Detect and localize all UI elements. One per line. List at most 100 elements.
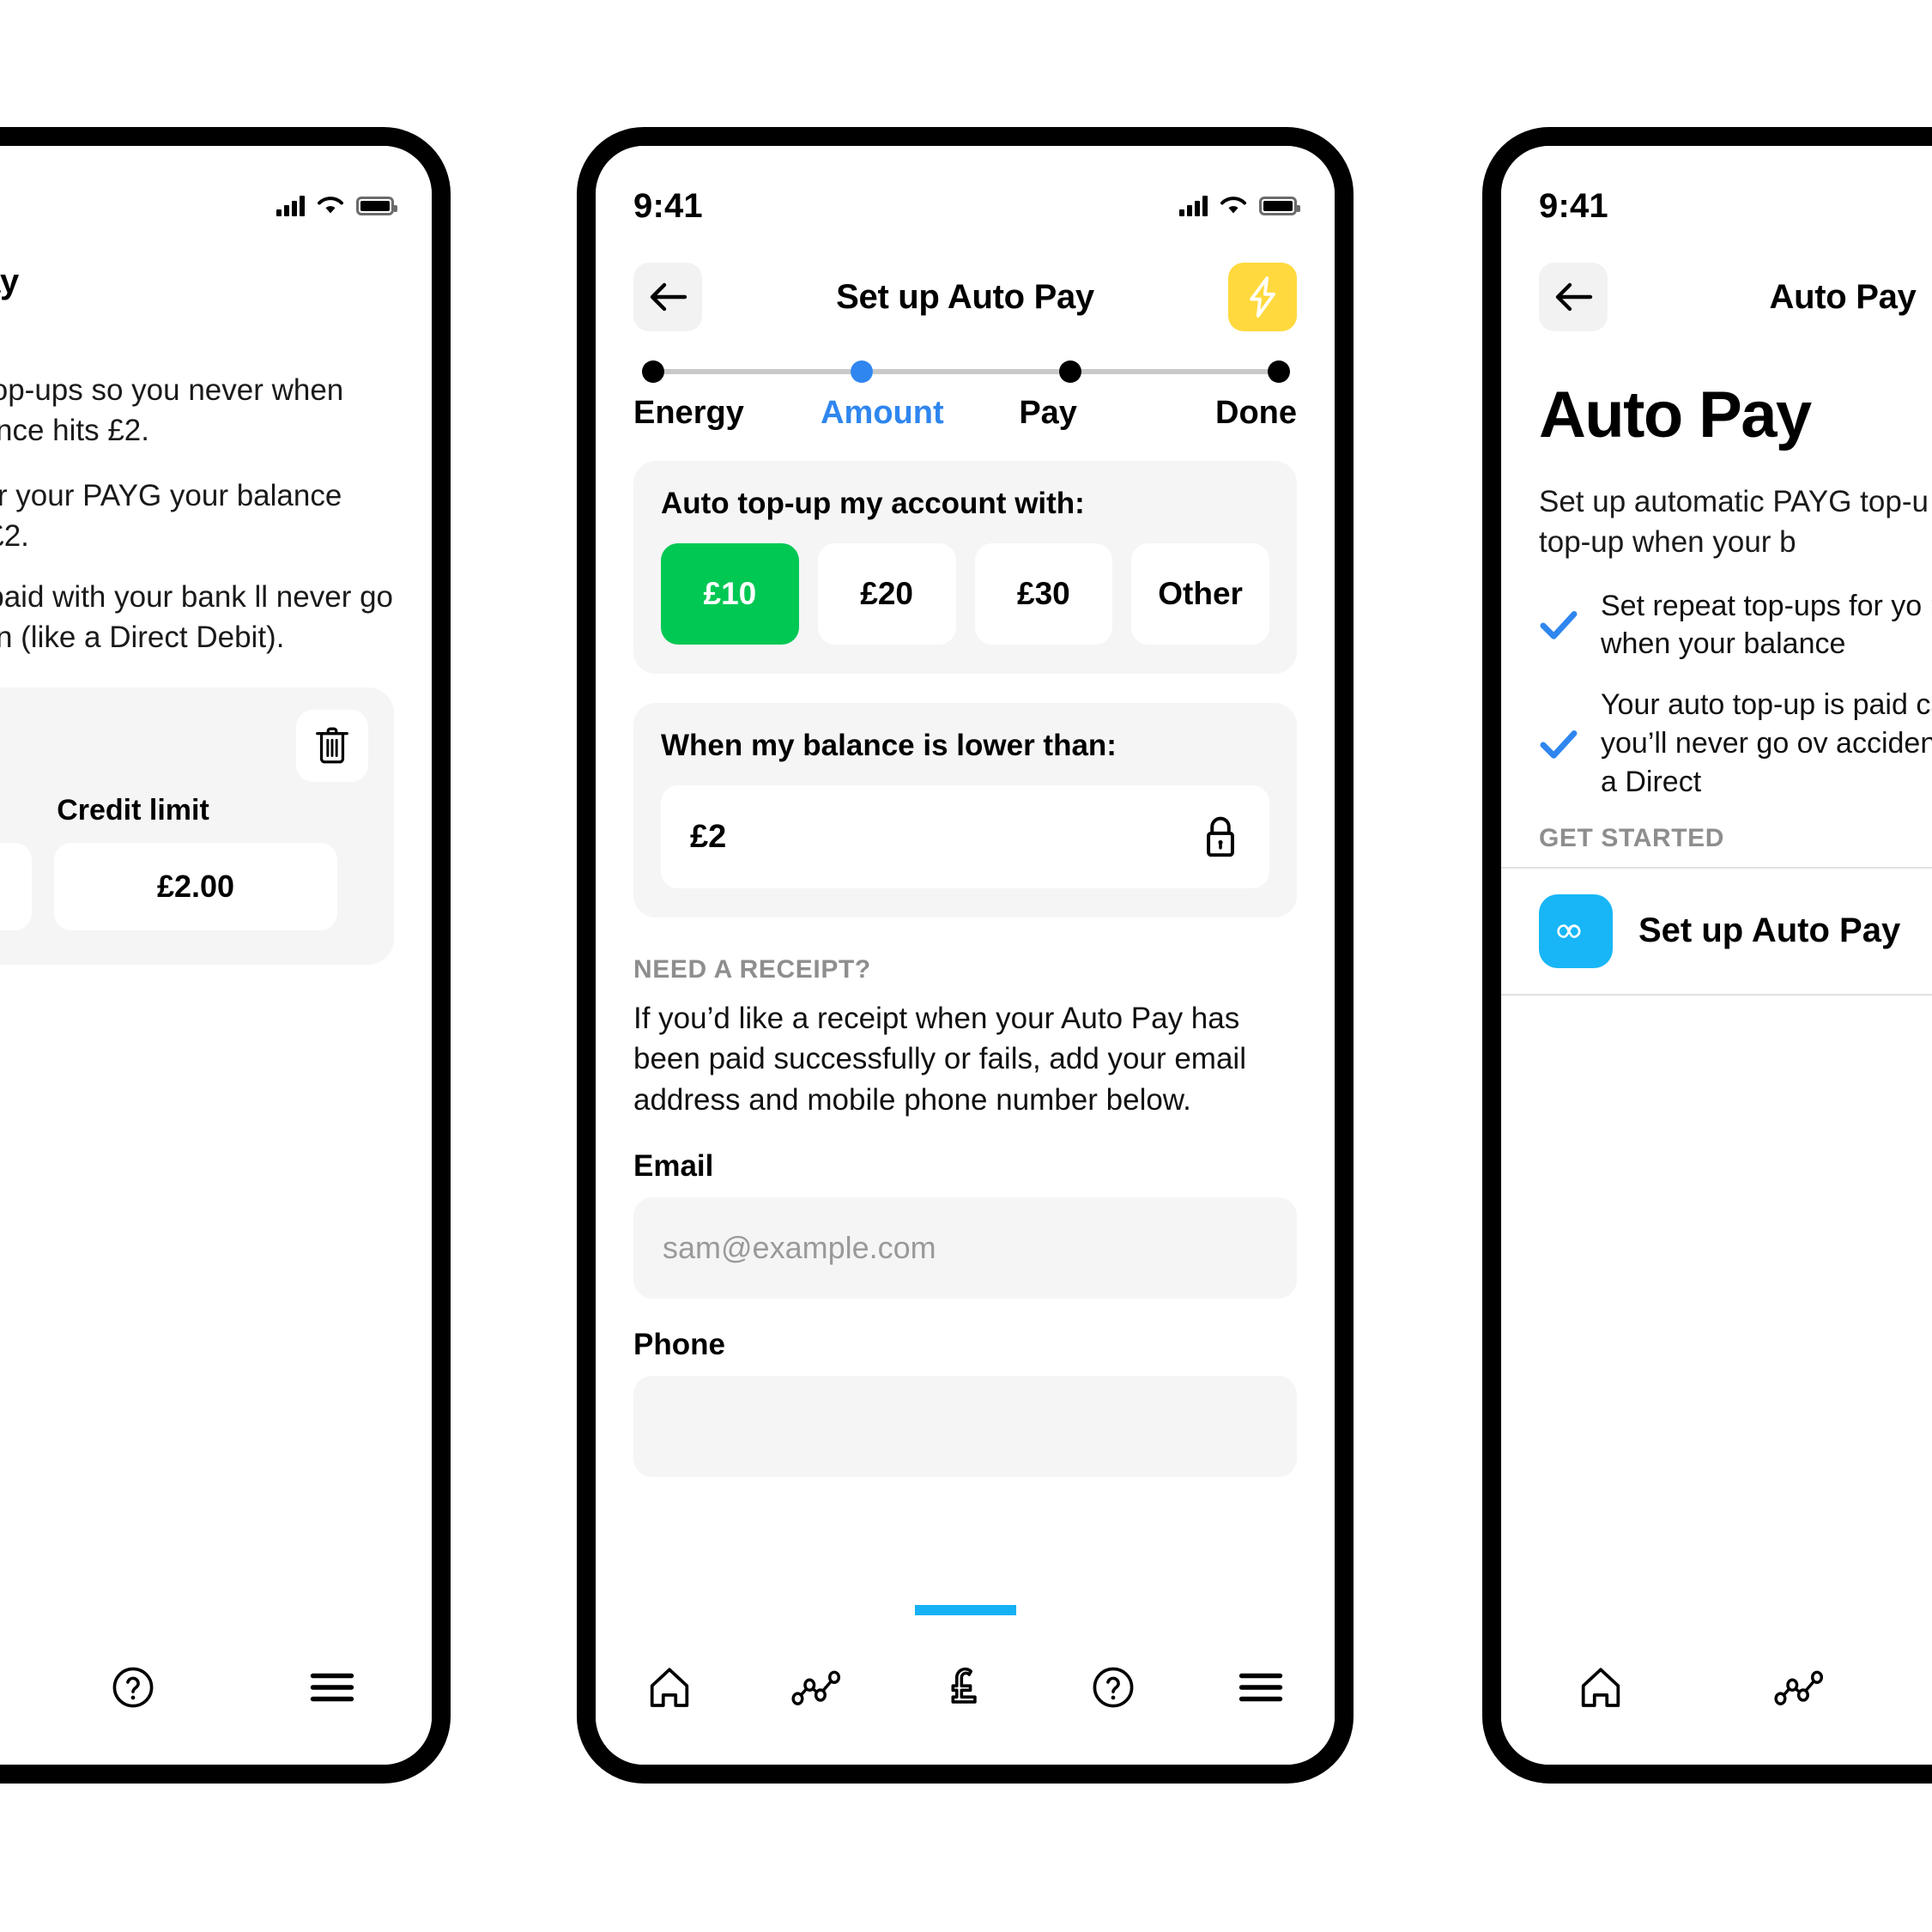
back-button[interactable] [1539,263,1608,331]
wifi-icon [318,197,343,214]
benefit-text: Your auto top-up is paid card, so you’ll… [1601,688,1932,798]
screen-heading: Auto Pay [1539,379,1812,451]
lock-icon-wrap [1201,814,1240,860]
boost-button[interactable] [1228,263,1297,331]
tab-home[interactable] [1501,1644,1700,1730]
credit-limit-label: Credit limit [57,793,209,827]
status-bar-center: 9:41 [596,146,1335,247]
check-icon [1540,730,1578,759]
status-bar-left [0,146,432,247]
amount-option-20[interactable]: £20 [817,543,956,645]
phone-label: Phone [633,1327,725,1361]
battery-icon [1259,197,1300,215]
back-arrow-icon [650,282,687,312]
divider-bottom [1501,993,1932,996]
email-label: Email [633,1148,714,1183]
status-time: 9:41 [633,186,703,225]
page-title: Auto Pay [0,263,19,300]
threshold-field[interactable]: £2 [661,785,1269,888]
receipt-eyebrow: NEED A RECEIPT? [633,955,871,984]
step-segment-2 [873,369,1059,374]
tab-bar-left [0,1605,432,1765]
amount-option-10[interactable]: £10 [661,543,799,645]
list-item: Your auto top-up is paid card, so you’ll… [1539,686,1932,802]
list-item-set-up-auto-pay[interactable]: Set up Auto Pay [1501,869,1932,994]
signal-bars-icon [276,196,305,216]
left-body: c PAYG top-ups so you never when your ba… [0,310,432,965]
tab-bar-right [1501,1605,1932,1765]
step-dot-amount[interactable] [851,360,873,383]
left-paragraph-2: op-ups for your PAYG your balance reache… [0,478,342,553]
receipt-section: NEED A RECEIPT? If you’d like a receipt … [596,955,1335,1477]
tab-bar-center [596,1605,1335,1765]
screen-center: 9:41 Set up Auto Pay Energy Amount Pay D… [596,146,1335,1765]
back-arrow-icon [1555,282,1593,312]
hamburger-menu-icon [310,1673,354,1702]
usage-graph-icon [791,1670,841,1705]
left-paragraph-3: op-up is paid with your bank ll never go… [0,580,394,655]
phone-input[interactable] [633,1375,1297,1477]
tab-usage[interactable] [743,1644,891,1730]
status-time: 9:41 [1539,186,1608,225]
progress-stepper: Energy Amount Pay Done [596,340,1335,432]
email-input[interactable]: sam@example.com [633,1196,1297,1299]
phone-center: 9:41 Set up Auto Pay Energy Amount Pay D… [577,127,1354,1784]
phone-left: Auto Pay c PAYG top-ups so you never whe… [0,127,451,1784]
tab-help[interactable] [33,1644,233,1730]
home-icon [1581,1668,1620,1707]
screen-left: Auto Pay c PAYG top-ups so you never whe… [0,146,432,1765]
check-icon [1540,611,1578,640]
tab-help[interactable] [1039,1644,1187,1730]
credit-limit-card: Credit limit £2.00 [0,687,394,965]
lock-icon [1207,816,1234,857]
step-label-pay[interactable]: Pay [966,395,1131,432]
nav-header-center: Set up Auto Pay [596,247,1335,340]
check-icon-wrap [1539,609,1578,641]
tab-menu[interactable] [233,1644,432,1730]
list-item-label: Set up Auto Pay [1638,911,1901,950]
status-icons [1179,196,1300,216]
tab-pound[interactable] [0,1644,33,1730]
battery-icon [356,197,397,215]
credit-limit-row: £2.00 [0,842,368,930]
screenshot-canvas: Auto Pay c PAYG top-ups so you never whe… [0,0,1932,1932]
step-dot-energy[interactable] [642,360,664,383]
step-segment-1 [664,369,851,374]
status-bar-right: 9:41 [1501,146,1932,247]
back-button[interactable] [633,263,702,331]
tab-usage[interactable] [1700,1644,1899,1730]
amount-option-other[interactable]: Other [1131,543,1269,645]
step-dot-done[interactable] [1268,360,1290,383]
threshold-value: £2 [690,818,727,855]
credit-limit-value[interactable]: £2.00 [54,842,337,930]
threshold-card-title: When my balance is lower than: [661,729,1117,762]
amount-options: £10 £20 £30 Other [661,543,1269,645]
amount-option-30[interactable]: £30 [974,543,1113,645]
tab-home[interactable] [596,1644,743,1730]
left-paragraph-1: c PAYG top-ups so you never when your ba… [0,373,344,448]
help-circle-icon [1093,1667,1134,1708]
step-label-done[interactable]: Done [1131,395,1297,432]
phone-right: 9:41 Auto Pay Auto Pay Set up automatic … [1482,127,1932,1784]
check-icon-wrap [1539,728,1578,760]
lightning-bolt-icon [1250,276,1275,318]
step-label-energy[interactable]: Energy [633,395,799,432]
right-body: Auto Pay Set up automatic PAYG top-u for… [1501,340,1932,802]
page-title: Set up Auto Pay [836,277,1094,316]
infinity-icon [1557,924,1581,938]
pound-icon [950,1667,977,1704]
benefit-text: Set repeat top-ups for yo meter when you… [1601,589,1932,661]
tab-pound[interactable] [1899,1644,1932,1730]
tab-menu[interactable] [1187,1644,1335,1730]
trash-icon [316,726,348,763]
step-label-amount[interactable]: Amount [799,395,965,432]
nav-header-right: Auto Pay [1501,247,1932,340]
status-icons [276,196,397,216]
nav-header-left: Auto Pay [0,247,432,310]
balance-threshold-card: When my balance is lower than: £2 [633,703,1297,918]
tab-pound[interactable] [891,1644,1039,1730]
usage-graph-icon [1774,1670,1824,1705]
delete-button[interactable] [296,709,368,782]
step-dot-pay[interactable] [1059,360,1081,383]
credit-limit-secondary[interactable] [0,842,32,930]
